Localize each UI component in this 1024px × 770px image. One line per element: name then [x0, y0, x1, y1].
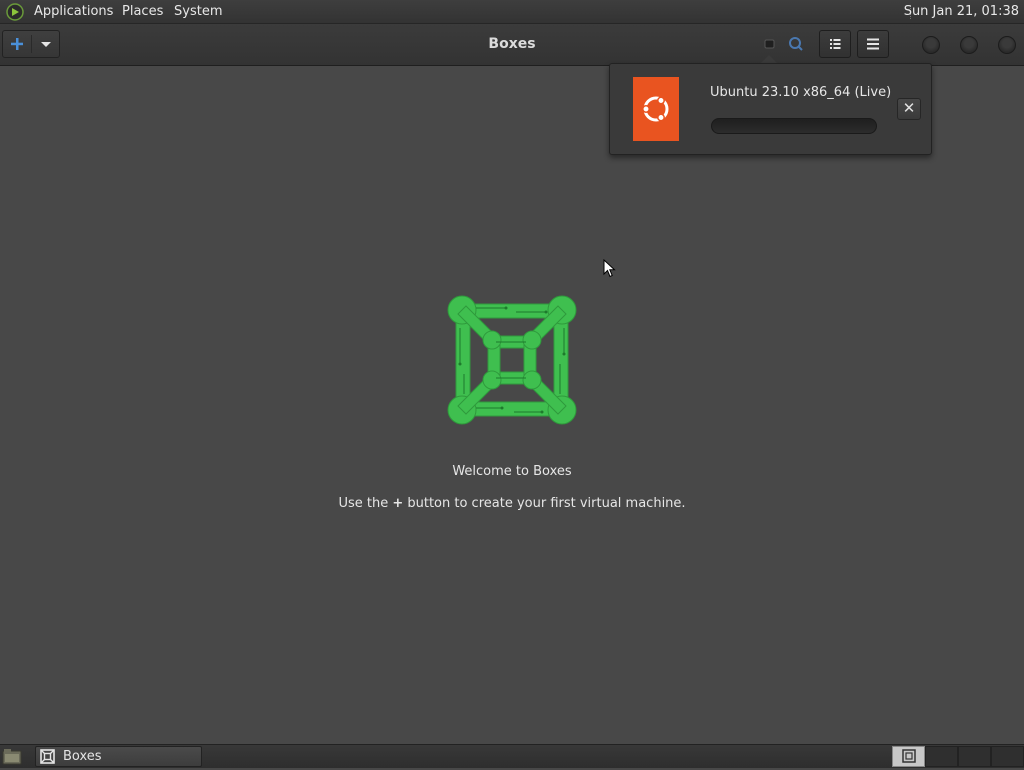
mouse-pointer-icon — [603, 259, 616, 278]
clock[interactable]: Sun Jan 21, 01:38 — [904, 4, 1019, 19]
download-progress-bar — [711, 118, 877, 134]
menu-applications[interactable]: Applications — [34, 4, 113, 19]
downloads-indicator-icon[interactable] — [764, 38, 776, 50]
cancel-download-button[interactable]: ✕ — [897, 98, 921, 120]
boxes-icon — [902, 749, 916, 763]
workspace-2[interactable] — [925, 746, 958, 767]
hint-plus: + — [392, 496, 404, 511]
ubuntu-logo-icon — [642, 96, 669, 122]
workspace-1[interactable] — [892, 746, 925, 767]
boxes-icon — [40, 749, 55, 764]
search-icon — [789, 37, 803, 51]
os-thumbnail — [633, 77, 679, 141]
view-toggle-button[interactable] — [819, 30, 851, 58]
boxes-logo-icon — [447, 295, 577, 425]
show-desktop-icon[interactable] — [2, 748, 22, 766]
header-bar: Boxes — [0, 24, 1024, 66]
welcome-title: Welcome to Boxes — [452, 464, 572, 479]
welcome-hint: Use the + button to create your first vi… — [0, 496, 1024, 511]
hint-suffix: button to create your first virtual mach… — [403, 496, 686, 511]
menu-system[interactable]: System — [174, 4, 222, 19]
minimize-button[interactable] — [922, 36, 940, 54]
hamburger-menu-icon — [867, 38, 879, 50]
main-menu-button[interactable] — [857, 30, 889, 58]
menu-places[interactable]: Places — [122, 4, 163, 19]
bottom-panel: Boxes — [0, 744, 1024, 768]
distro-logo-icon[interactable] — [6, 3, 24, 21]
top-panel: Applications Places System Sun Jan 21, 0… — [0, 0, 1024, 24]
taskbar-item-label: Boxes — [63, 749, 102, 764]
os-name-label: Ubuntu 23.10 x86_64 (Live) — [710, 85, 892, 100]
download-popover: Ubuntu 23.10 x86_64 (Live) ✕ — [609, 63, 932, 155]
workspace-4[interactable] — [991, 746, 1024, 767]
hint-prefix: Use the — [338, 496, 393, 511]
search-button[interactable] — [782, 33, 810, 57]
maximize-button[interactable] — [960, 36, 978, 54]
close-window-button[interactable] — [998, 36, 1016, 54]
workspace-3[interactable] — [958, 746, 991, 767]
list-view-icon — [830, 39, 841, 49]
taskbar-item-boxes[interactable]: Boxes — [35, 746, 202, 767]
